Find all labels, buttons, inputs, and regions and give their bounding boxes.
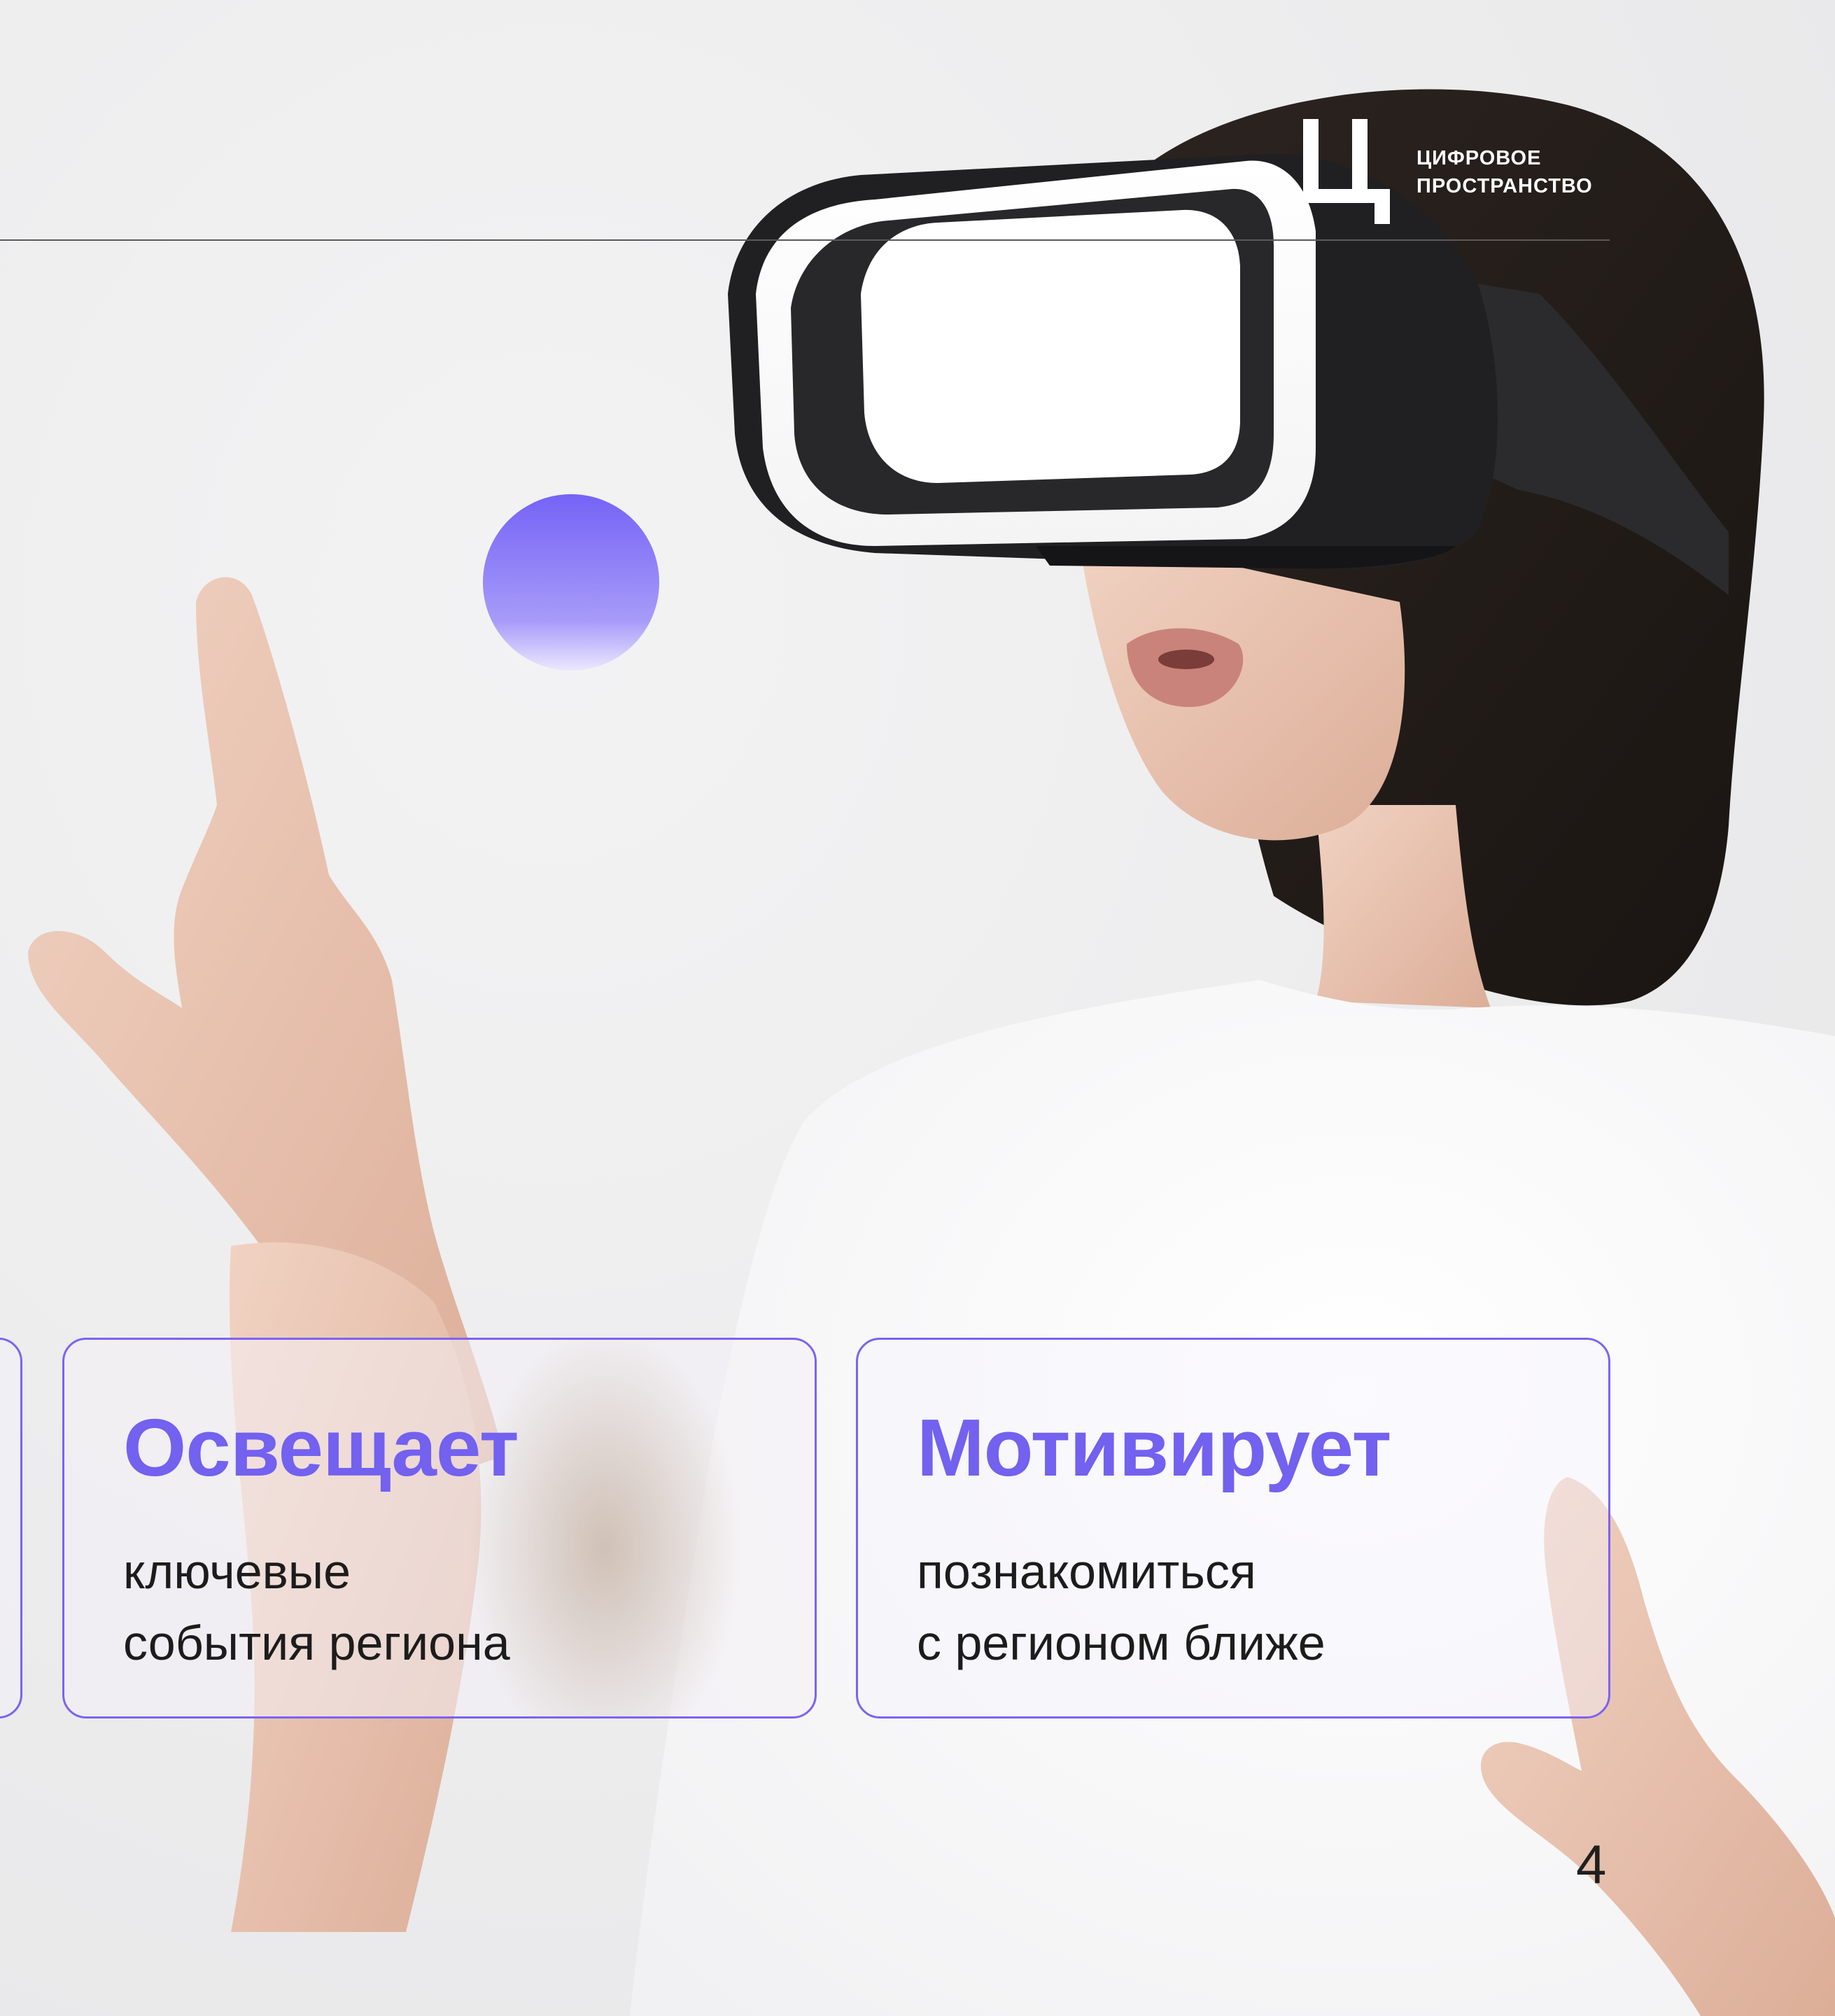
brand-logo: ЦИФРОВОЕ ПРОСТРАНСТВО bbox=[1303, 119, 1611, 224]
logo-line-2: ПРОСТРАНСТВО bbox=[1416, 175, 1593, 197]
card-title: Мотивирует bbox=[917, 1402, 1391, 1493]
card-description: ключевые события региона bbox=[123, 1536, 510, 1679]
card-desc-line-1: познакомиться bbox=[917, 1544, 1256, 1599]
logo-mark-icon bbox=[1303, 119, 1390, 224]
card-desc-line-1: ключевые bbox=[123, 1544, 351, 1599]
page-number: 4 bbox=[1576, 1833, 1607, 1895]
logo-line-1: ЦИФРОВОЕ bbox=[1416, 147, 1542, 169]
feature-card-highlights: Освещает ключевые события региона bbox=[62, 1338, 817, 1718]
accent-circle bbox=[483, 494, 659, 671]
feature-card-motivates: Мотивирует познакомиться с регионом ближ… bbox=[856, 1338, 1610, 1718]
card-desc-line-2: с регионом ближе bbox=[917, 1616, 1326, 1670]
feature-card-partial bbox=[0, 1338, 22, 1718]
card-description: познакомиться с регионом ближе bbox=[917, 1536, 1326, 1679]
header-divider bbox=[0, 239, 1610, 241]
logo-text: ЦИФРОВОЕ ПРОСТРАНСТВО bbox=[1416, 144, 1593, 200]
slide: ЦИФРОВОЕ ПРОСТРАНСТВО Освещает ключевые … bbox=[0, 0, 1835, 2016]
card-desc-line-2: события региона bbox=[123, 1616, 510, 1670]
card-title: Освещает bbox=[123, 1402, 519, 1493]
